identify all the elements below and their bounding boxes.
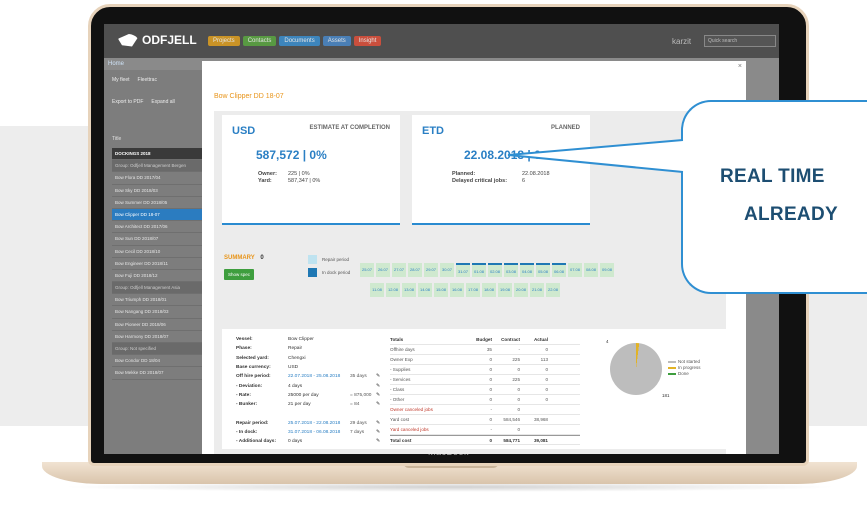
callout-line-2: ALREADY — [744, 204, 838, 225]
callout-pointer — [507, 139, 684, 173]
callout-line-1: REAL TIME — [720, 166, 825, 187]
callout-text: REAL TIME ALREADY — [720, 158, 867, 234]
